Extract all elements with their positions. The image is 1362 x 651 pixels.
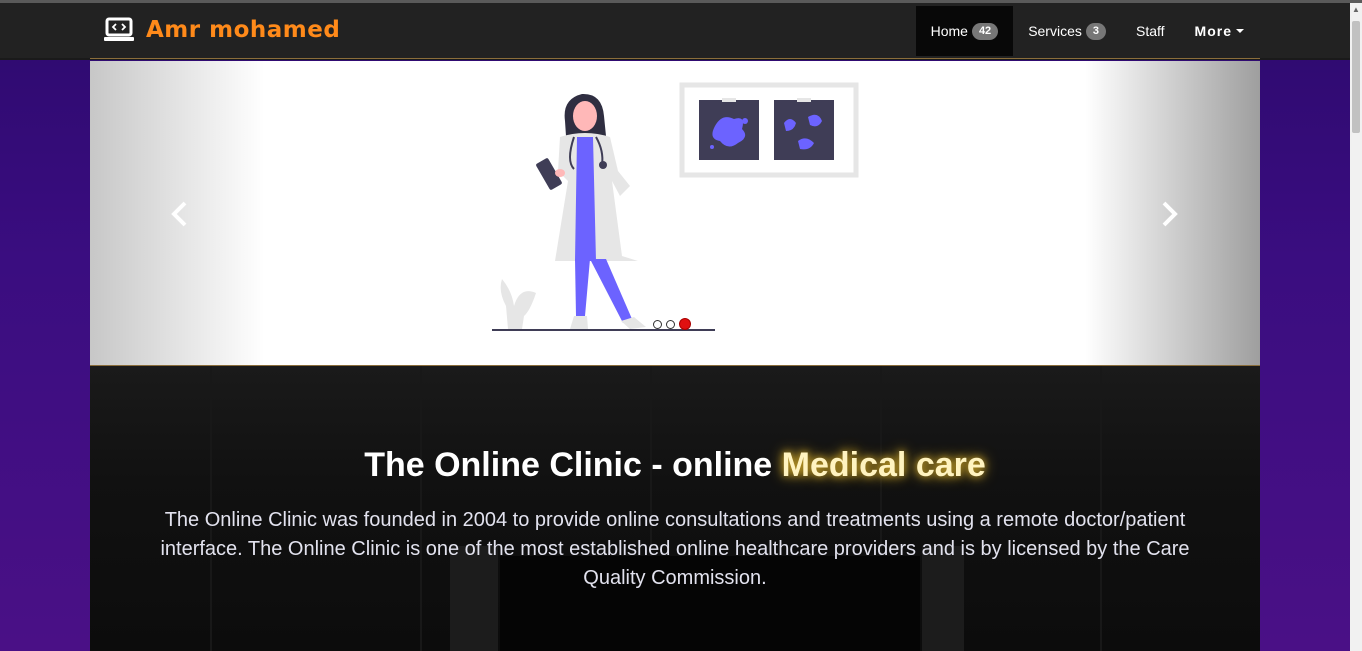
brand-name: Amr mohamed [146, 17, 341, 43]
navbar-container: Amr mohamed Home 42 Services 3 Staff Mor… [90, 3, 1260, 59]
nav-services[interactable]: Services 3 [1013, 6, 1121, 56]
hero-title-highlight: Medical care [781, 446, 986, 484]
page-scrollbar[interactable]: ▲ [1350, 3, 1362, 651]
nav-staff-label: Staff [1136, 23, 1165, 39]
nav-more-dropdown[interactable]: More [1180, 6, 1260, 56]
chevron-left-icon [171, 201, 187, 227]
nav-home-badge: 42 [971, 22, 999, 40]
carousel-indicator[interactable] [666, 319, 675, 329]
hero-title-main: The Online Clinic - online [364, 446, 782, 484]
chevron-right-icon [1162, 201, 1178, 227]
carousel-prev-button[interactable] [165, 199, 195, 229]
scroll-up-arrow-icon[interactable]: ▲ [1350, 3, 1362, 17]
carousel-next-button[interactable] [1154, 199, 1184, 229]
laptop-code-icon [104, 17, 134, 43]
main-nav: Home 42 Services 3 Staff More [915, 6, 1260, 56]
hero-section: The Online Clinic - online Medical care … [90, 366, 1260, 651]
carousel-indicators [653, 318, 691, 330]
nav-home[interactable]: Home 42 [915, 6, 1014, 56]
nav-staff[interactable]: Staff [1121, 6, 1180, 56]
carousel [90, 61, 1260, 366]
carousel-indicator-active[interactable] [679, 318, 691, 330]
scroll-thumb[interactable] [1352, 21, 1360, 133]
carousel-indicator[interactable] [653, 319, 662, 329]
caret-down-icon [1236, 29, 1244, 33]
brand-link[interactable]: Amr mohamed [104, 15, 340, 45]
nav-home-label: Home [930, 23, 968, 39]
nav-more-label: More [1194, 23, 1232, 39]
navbar: Amr mohamed Home 42 Services 3 Staff Mor… [0, 3, 1350, 60]
nav-services-badge: 3 [1085, 22, 1106, 40]
hero-description: The Online Clinic was founded in 2004 to… [160, 509, 1190, 589]
hero-title: The Online Clinic - online Medical care [90, 446, 1260, 485]
nav-services-label: Services [1028, 23, 1082, 39]
